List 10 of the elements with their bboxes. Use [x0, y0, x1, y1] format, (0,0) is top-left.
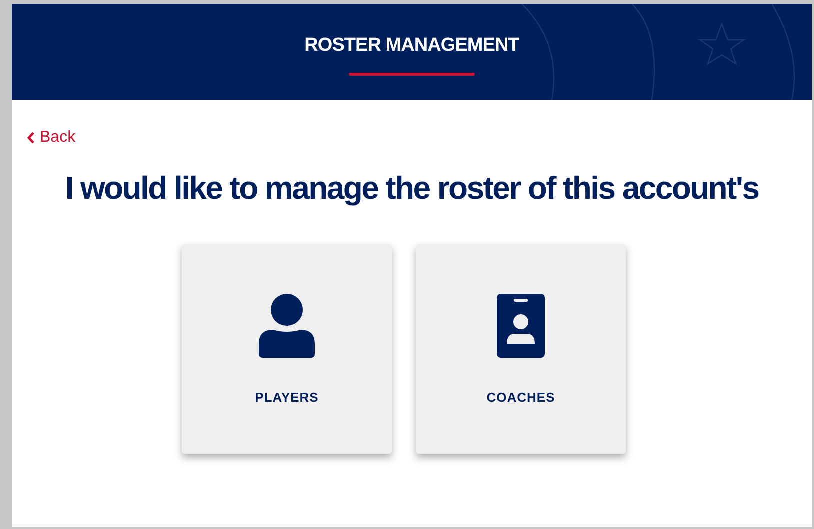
page-title: ROSTER MANAGEMENT — [304, 34, 520, 58]
person-icon — [259, 294, 315, 358]
option-label: COACHES — [486, 389, 556, 407]
chevron-left-icon — [27, 132, 35, 144]
page-heading: I would like to manage the roster of this account's — [64, 169, 760, 208]
id-badge-icon — [497, 294, 545, 358]
option-card[interactable]: COACHES — [416, 244, 626, 454]
option-label: PLAYERS — [255, 389, 319, 407]
option-card[interactable]: PLAYERS — [182, 244, 392, 454]
back-link[interactable]: Back — [27, 126, 76, 150]
